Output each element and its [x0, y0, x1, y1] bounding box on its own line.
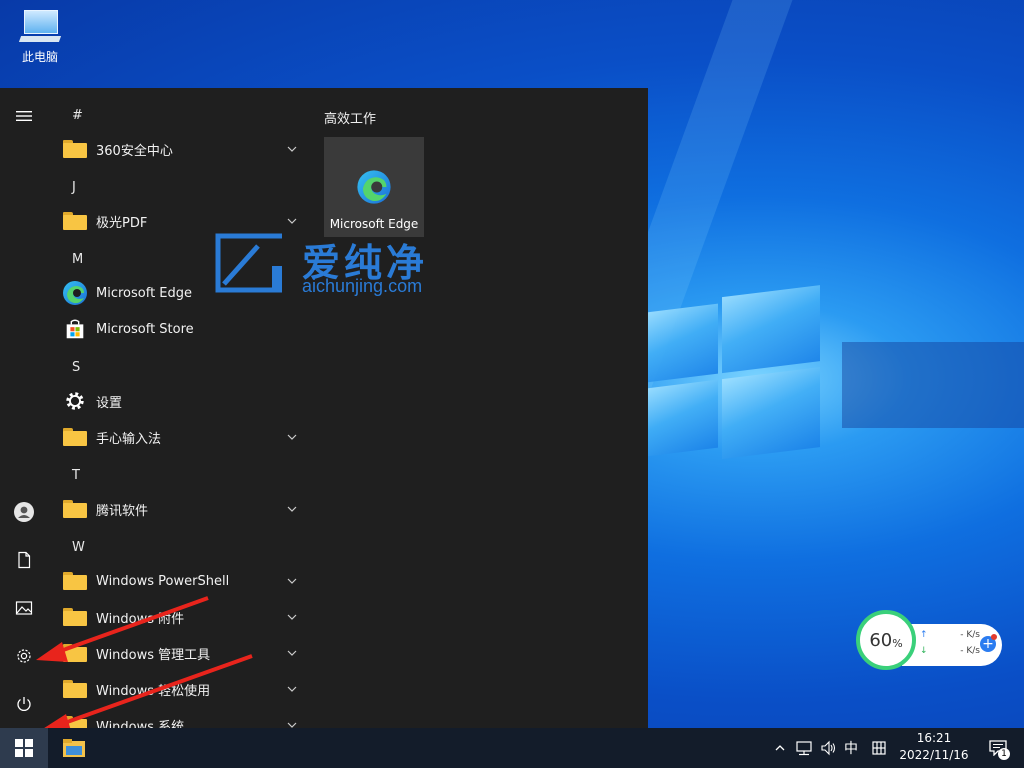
red-arrow-to-start [38, 654, 253, 734]
app-item-360[interactable]: 360安全中心 [62, 131, 308, 167]
action-center-button[interactable]: 1 [978, 728, 1018, 768]
download-arrow-icon: ↓ [920, 646, 928, 656]
desktop-icon-label: 此电脑 [21, 50, 58, 64]
windows-logo-icon [15, 739, 33, 757]
desktop-glow [842, 342, 1024, 428]
account-button[interactable] [0, 488, 48, 536]
app-label: 手心输入法 [96, 431, 162, 447]
network-icon [796, 741, 812, 756]
memory-percent: 60 [869, 629, 893, 651]
app-label: Microsoft Store [96, 321, 194, 337]
documents-icon [18, 551, 31, 569]
network-speed-widget[interactable]: ↑ - K/s ↓ - K/s + 60% [856, 610, 1004, 672]
app-label: Windows PowerShell [96, 573, 230, 589]
folder-icon [62, 208, 88, 234]
chevron-down-icon [287, 146, 297, 152]
chevron-up-icon [775, 745, 785, 751]
hamburger-menu-icon [16, 111, 32, 121]
tiles-area: 高效工作 Microsoft Edge [310, 88, 648, 728]
download-row: ↓ - K/s [920, 646, 980, 656]
notification-badge: 1 [998, 748, 1010, 760]
download-speed: - K/s [960, 646, 980, 656]
ime-mode-button[interactable]: 中 [840, 728, 862, 768]
app-label: 极光PDF [96, 215, 148, 231]
chevron-down-icon [287, 686, 297, 692]
user-avatar-icon [14, 502, 34, 522]
clock-time: 16:21 [916, 731, 952, 745]
app-label: 设置 [96, 395, 123, 411]
clock-date: 2022/11/16 [899, 748, 969, 762]
edge-tile-label: Microsoft Edge [329, 217, 419, 231]
letter-header[interactable]: W [72, 540, 85, 555]
folder-icon [62, 496, 88, 522]
upload-speed: - K/s [960, 630, 980, 640]
folder-icon [62, 424, 88, 450]
start-button[interactable] [0, 728, 48, 768]
chevron-down-icon [287, 722, 297, 728]
grid-icon [872, 741, 886, 755]
watermark: 爱纯净 aichunjing.com [212, 232, 448, 298]
network-tray-button[interactable] [792, 728, 816, 768]
upload-row: ↑ - K/s [920, 630, 980, 640]
volume-icon [821, 740, 836, 756]
desktop-icon-this-pc[interactable]: 此电脑 [12, 8, 68, 65]
letter-header[interactable]: # [72, 108, 83, 123]
windows-logo-wallpaper [640, 279, 822, 491]
upload-arrow-icon: ↑ [920, 630, 928, 640]
edge-icon [62, 280, 88, 306]
memory-usage-circle[interactable]: 60% [856, 610, 916, 670]
edge-icon [357, 170, 391, 204]
app-item-microsoft-store[interactable]: Microsoft Store [62, 311, 308, 347]
chevron-down-icon [287, 506, 297, 512]
computer-icon [18, 8, 62, 44]
file-explorer-icon [63, 739, 85, 757]
folder-icon [62, 136, 88, 162]
app-item-shouxin-ime[interactable]: 手心输入法 [62, 419, 308, 455]
show-hidden-icons-button[interactable] [770, 728, 790, 768]
app-label: 腾讯软件 [96, 503, 149, 519]
app-item-tencent[interactable]: 腾讯软件 [62, 491, 308, 527]
chevron-down-icon [287, 614, 297, 620]
letter-header[interactable]: T [72, 468, 80, 483]
watermark-domain: aichunjing.com [302, 276, 423, 296]
alert-dot [991, 634, 997, 640]
app-label: 360安全中心 [96, 143, 173, 159]
chevron-down-icon [287, 218, 297, 224]
ime-fullwidth-button[interactable] [866, 728, 892, 768]
expand-menu-button[interactable] [0, 92, 48, 140]
app-label: Microsoft Edge [96, 285, 193, 301]
chevron-down-icon [287, 650, 297, 656]
file-explorer-button[interactable] [50, 728, 98, 768]
volume-tray-button[interactable] [816, 728, 840, 768]
chevron-down-icon [287, 434, 297, 440]
network-speed-panel: ↑ - K/s ↓ - K/s + [902, 624, 1002, 666]
app-item-settings[interactable]: 设置 [62, 383, 308, 419]
memory-percent-unit: % [892, 636, 903, 650]
letter-header[interactable]: S [72, 360, 80, 375]
documents-button[interactable] [0, 536, 48, 584]
watermark-logo-icon [215, 233, 282, 293]
store-icon [62, 316, 88, 342]
edge-tile[interactable]: Microsoft Edge [324, 137, 424, 237]
tile-group-title[interactable]: 高效工作 [324, 108, 376, 127]
letter-header[interactable]: J [72, 180, 76, 195]
letter-header[interactable]: M [72, 252, 83, 267]
taskbar: 中 16:21 2022/11/16 1 [0, 728, 1024, 768]
chevron-down-icon [287, 578, 297, 584]
gear-icon [62, 388, 88, 414]
taskbar-clock[interactable]: 16:21 2022/11/16 [894, 730, 974, 764]
